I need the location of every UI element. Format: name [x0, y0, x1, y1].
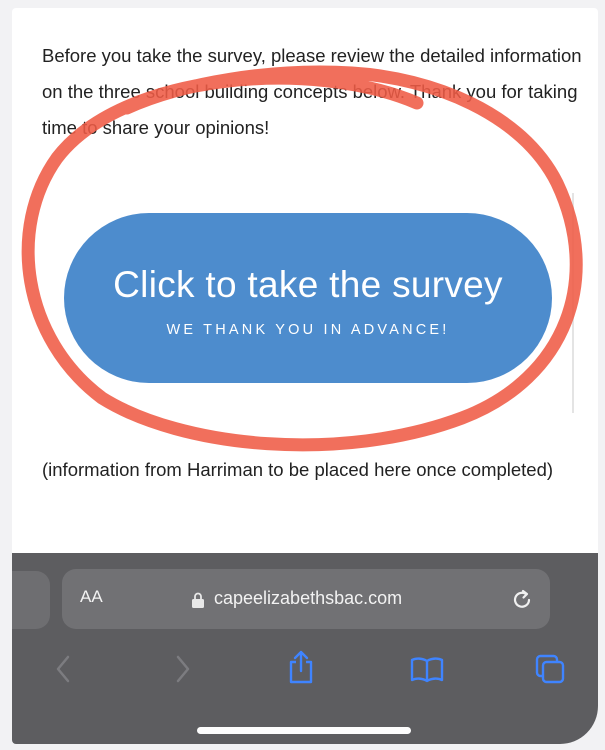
reload-icon[interactable] [510, 586, 534, 612]
intro-paragraph: Before you take the survey, please revie… [42, 45, 582, 138]
take-survey-button[interactable]: Click to take the survey WE THANK YOU IN… [64, 213, 552, 383]
forward-icon[interactable] [172, 653, 194, 685]
home-indicator[interactable] [197, 727, 411, 734]
url-text: capeelizabethsbac.com [214, 588, 403, 608]
lock-icon [192, 592, 204, 608]
back-icon[interactable] [52, 653, 74, 685]
tabs-icon[interactable] [534, 653, 566, 685]
survey-button-title: Click to take the survey [113, 264, 503, 305]
address-bar[interactable]: AA capeelizabethsbac.com [62, 569, 550, 629]
phone-screen: Before you take the survey, please revie… [12, 8, 598, 744]
share-icon[interactable] [286, 649, 316, 685]
survey-button-subtitle: WE THANK YOU IN ADVANCE! [166, 322, 450, 338]
text-size-button[interactable]: AA [80, 587, 103, 607]
previous-tab-preview[interactable] [12, 571, 50, 629]
browser-toolbar: AA capeelizabethsbac.com [12, 553, 598, 744]
bookmarks-icon[interactable] [409, 655, 445, 683]
divider [572, 193, 574, 413]
info-placeholder-note: (information from Harriman to be placed … [42, 459, 554, 480]
